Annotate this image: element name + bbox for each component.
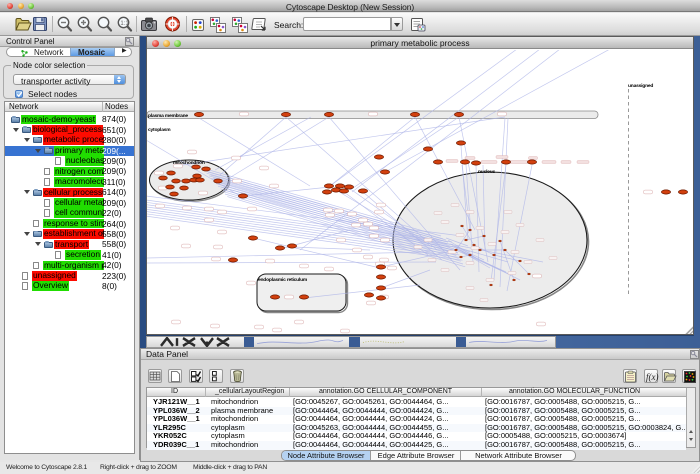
svg-text:nucleus: nucleus [478, 169, 496, 175]
svg-text:1:1: 1:1 [120, 21, 129, 27]
svg-text:unassigned: unassigned [628, 83, 653, 89]
svg-text:endoplasmic reticulum: endoplasmic reticulum [258, 277, 308, 283]
svg-text:plasma membrane: plasma membrane [148, 113, 188, 119]
svg-text:f(x): f(x) [646, 372, 659, 382]
svg-text:cytoplasm: cytoplasm [148, 127, 171, 133]
